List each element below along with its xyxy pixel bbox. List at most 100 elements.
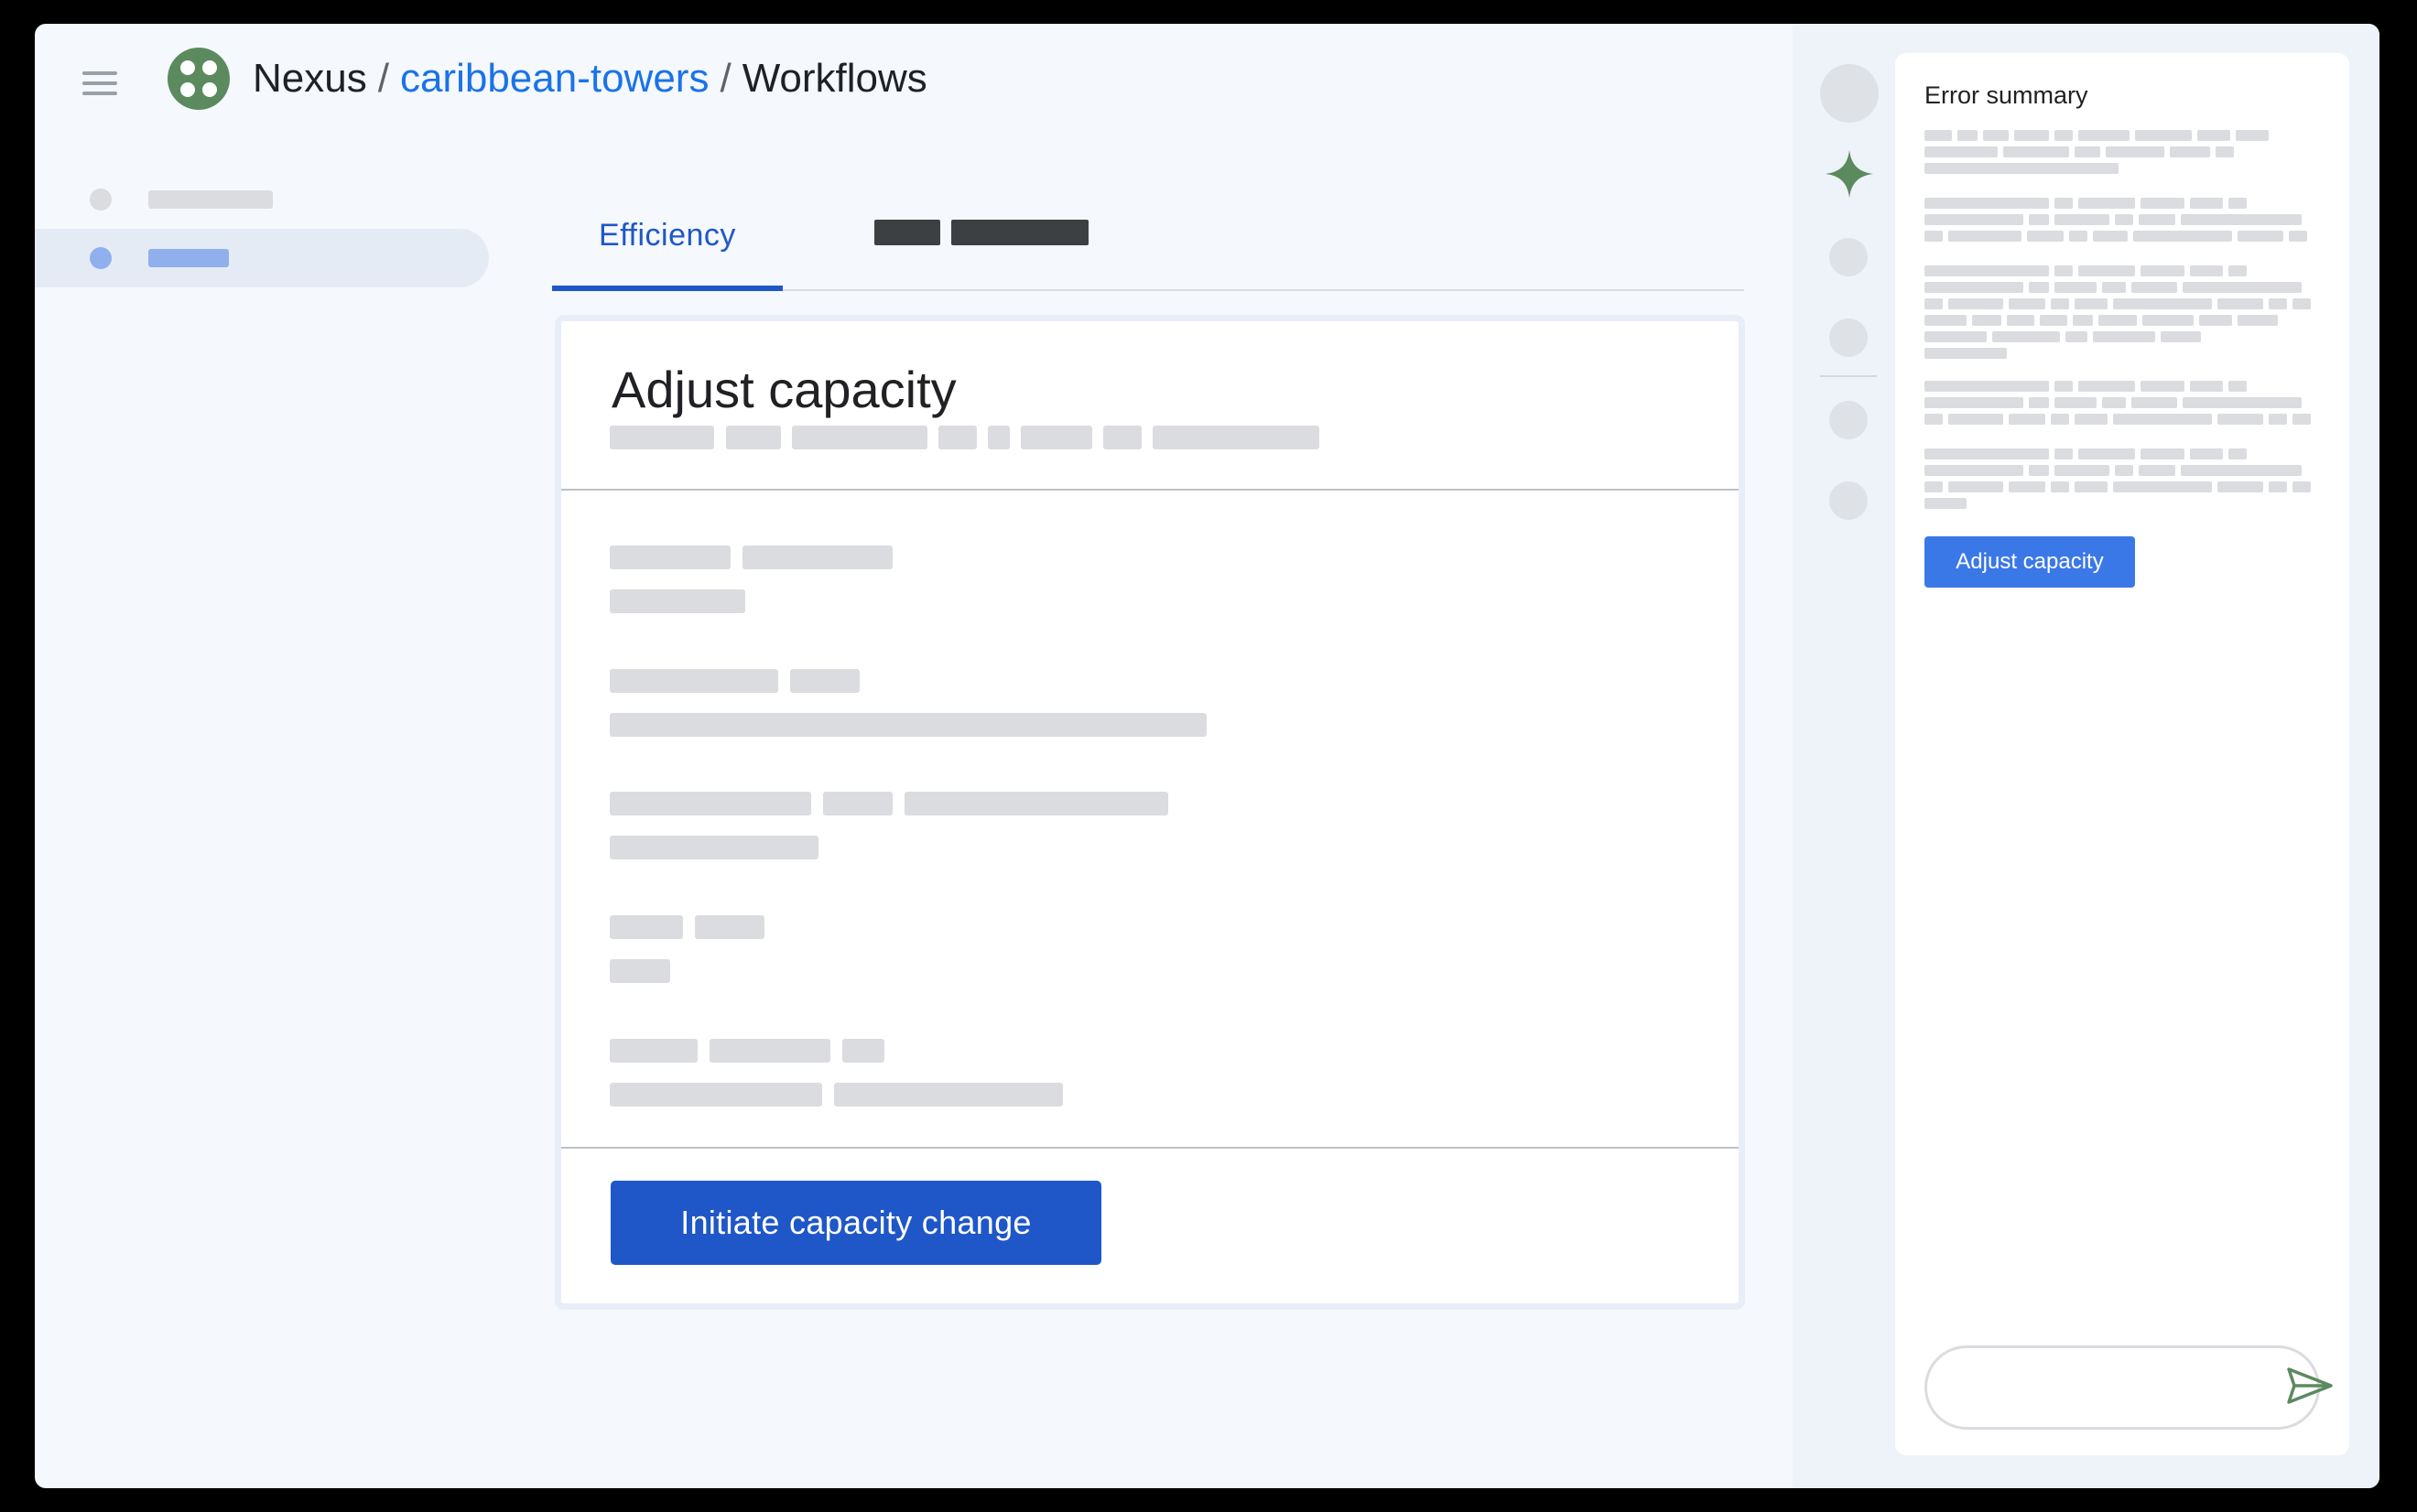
text-placeholder xyxy=(2078,448,2135,459)
text-placeholder xyxy=(2269,414,2287,425)
chat-text-field[interactable] xyxy=(1951,1363,2244,1412)
subtitle-placeholder xyxy=(610,426,714,449)
text-placeholder xyxy=(2029,214,2049,225)
text-placeholder xyxy=(2228,265,2247,276)
field-value-placeholder xyxy=(610,589,745,613)
text-placeholder xyxy=(2054,282,2097,293)
text-placeholder xyxy=(2054,214,2109,225)
text-placeholder xyxy=(2190,265,2223,276)
text-placeholder xyxy=(2102,282,2126,293)
sidebar-item[interactable] xyxy=(35,170,489,229)
text-placeholder xyxy=(2190,381,2223,392)
text-placeholder xyxy=(2029,465,2049,476)
field-value-placeholder xyxy=(610,1083,822,1107)
hamburger-menu-icon[interactable] xyxy=(82,71,117,99)
text-placeholder xyxy=(1924,331,1987,342)
text-placeholder xyxy=(2054,397,2097,408)
subtitle-placeholder xyxy=(1103,426,1142,449)
tab-efficiency[interactable]: Efficiency xyxy=(552,179,783,291)
field-label-placeholder xyxy=(695,915,764,939)
card-divider xyxy=(561,1147,1739,1149)
text-placeholder xyxy=(2007,315,2034,326)
rail-tool-icon[interactable] xyxy=(1829,319,1868,357)
adjust-capacity-button[interactable]: Adjust capacity xyxy=(1924,536,2135,588)
text-placeholder xyxy=(2141,448,2184,459)
text-placeholder xyxy=(2142,315,2194,326)
text-placeholder xyxy=(2217,481,2263,492)
field-label-placeholder xyxy=(710,1039,830,1063)
text-placeholder xyxy=(2040,315,2067,326)
text-placeholder xyxy=(2190,448,2223,459)
app-window: Nexus / caribbean-towers / Workflows Efficie… xyxy=(35,24,2379,1488)
text-placeholder xyxy=(1948,481,2003,492)
text-placeholder xyxy=(1924,163,2119,174)
text-placeholder xyxy=(1924,381,2049,392)
text-placeholder xyxy=(2289,231,2307,242)
text-placeholder xyxy=(2075,146,2100,157)
text-placeholder xyxy=(1924,481,1943,492)
text-placeholder xyxy=(1924,130,1952,141)
sidebar-item-active[interactable] xyxy=(35,229,489,287)
text-placeholder xyxy=(2106,146,2164,157)
text-placeholder xyxy=(1992,331,2060,342)
send-icon[interactable] xyxy=(2285,1366,2335,1406)
text-placeholder xyxy=(2141,198,2184,209)
text-placeholder xyxy=(2054,381,2073,392)
initiate-capacity-change-button[interactable]: Initiate capacity change xyxy=(611,1181,1101,1265)
text-placeholder xyxy=(2292,481,2311,492)
text-placeholder xyxy=(2183,397,2302,408)
text-placeholder xyxy=(2139,465,2175,476)
text-placeholder xyxy=(2078,130,2130,141)
chat-input[interactable] xyxy=(1924,1345,2320,1430)
sparkle-icon[interactable] xyxy=(1824,148,1875,200)
text-placeholder xyxy=(2009,298,2045,309)
tab-label-placeholder xyxy=(951,220,1089,245)
text-placeholder xyxy=(1983,130,2009,141)
text-placeholder xyxy=(1957,130,1978,141)
breadcrumb-app[interactable]: Nexus xyxy=(253,56,367,101)
rail-tool-icon[interactable] xyxy=(1829,238,1868,276)
text-placeholder xyxy=(2238,315,2278,326)
rail-avatar-icon[interactable] xyxy=(1820,64,1879,123)
text-placeholder xyxy=(2115,465,2133,476)
subtitle-placeholder xyxy=(938,426,977,449)
breadcrumb-separator: / xyxy=(720,56,732,101)
text-placeholder xyxy=(2093,231,2128,242)
text-placeholder xyxy=(2029,397,2049,408)
tab-secondary[interactable] xyxy=(874,220,1094,249)
rail-tool-icon[interactable] xyxy=(1829,481,1868,520)
breadcrumb: Nexus / caribbean-towers / Workflows xyxy=(253,51,927,106)
text-placeholder xyxy=(2181,214,2302,225)
text-placeholder xyxy=(2009,481,2045,492)
text-placeholder xyxy=(1924,315,1967,326)
error-summary-panel: Error summary Adjust capacity xyxy=(1895,53,2349,1455)
sidebar-item-label-placeholder xyxy=(148,190,273,209)
text-placeholder xyxy=(1924,298,1943,309)
field-label-placeholder xyxy=(742,545,893,569)
text-placeholder xyxy=(2217,414,2263,425)
text-placeholder xyxy=(2216,146,2234,157)
rail-tool-icon[interactable] xyxy=(1829,401,1868,439)
text-placeholder xyxy=(2228,198,2247,209)
text-placeholder xyxy=(1972,315,2001,326)
text-placeholder xyxy=(2131,282,2177,293)
text-placeholder xyxy=(2133,231,2232,242)
text-placeholder xyxy=(1924,465,2023,476)
field-value-placeholder xyxy=(610,713,1207,737)
text-placeholder xyxy=(2269,298,2287,309)
text-placeholder xyxy=(2181,465,2302,476)
subtitle-placeholder xyxy=(726,426,781,449)
text-placeholder xyxy=(2003,146,2069,157)
text-placeholder xyxy=(2131,397,2177,408)
field-value-placeholder xyxy=(610,836,818,859)
text-placeholder xyxy=(1924,397,2023,408)
nexus-logo-icon[interactable] xyxy=(168,48,230,110)
breadcrumb-project-link[interactable]: caribbean-towers xyxy=(400,56,710,101)
text-placeholder xyxy=(2197,130,2230,141)
text-placeholder xyxy=(2102,397,2126,408)
field-label-placeholder xyxy=(610,669,778,693)
text-placeholder xyxy=(2054,198,2073,209)
field-label-placeholder xyxy=(790,669,860,693)
subtitle-placeholder xyxy=(988,426,1010,449)
field-label-placeholder xyxy=(610,545,731,569)
